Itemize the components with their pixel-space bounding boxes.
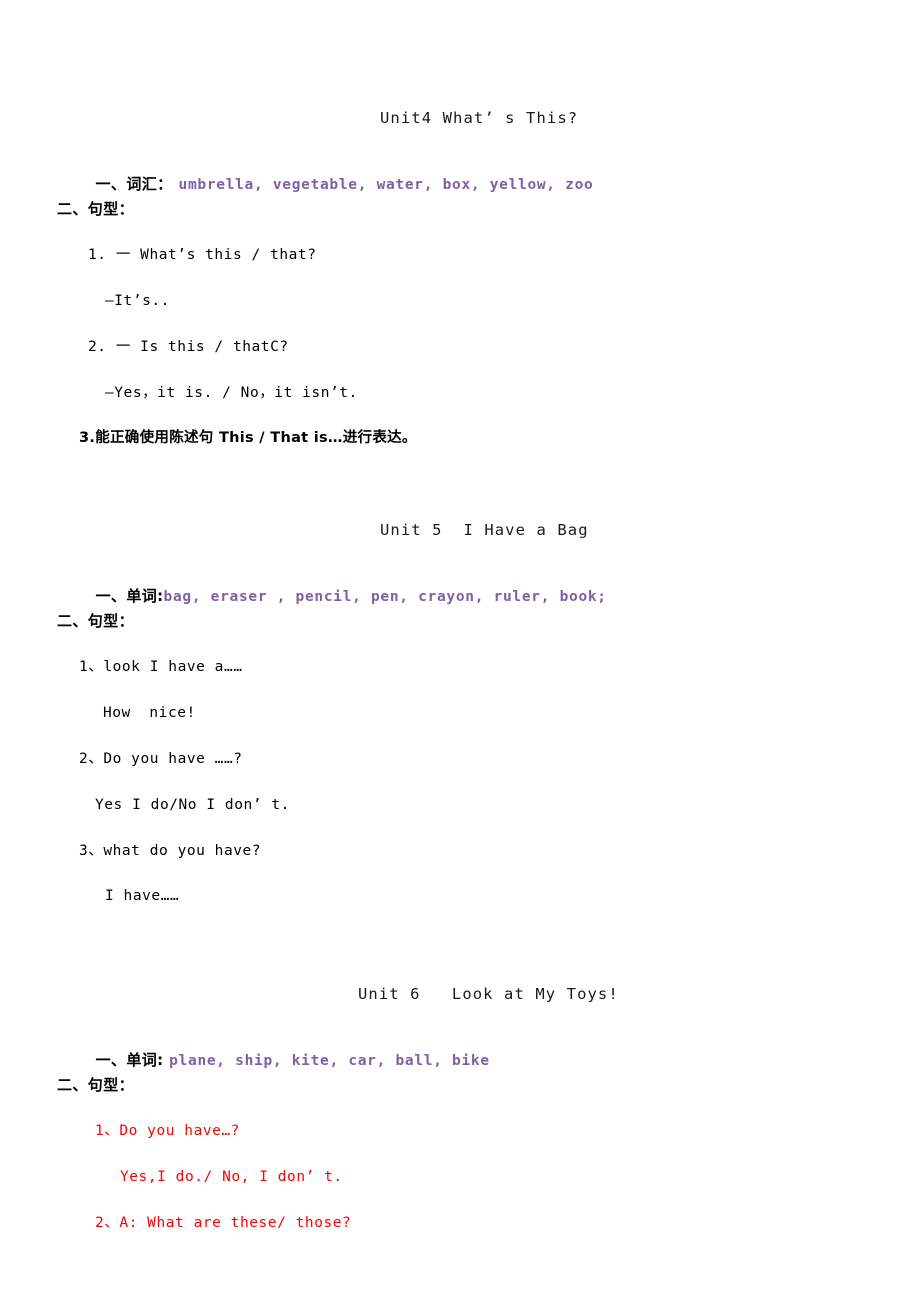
unit-5-pattern-1: 1、look I have a…… [79,659,243,675]
unit-4-pattern-3: 3.能正确使用陈述句 This / That is…进行表达。 [79,430,417,446]
unit-6-vocabulary-label: 一、单词: [95,1051,170,1069]
unit-4-pattern-1-question: 1. 一 What’s this / that? [88,247,317,263]
unit-4-patterns-label: 二、句型： [57,200,135,218]
unit-6-title: Unit 6 Look at My Toys! [358,985,619,1003]
unit-6-patterns-label: 二、句型： [57,1076,135,1094]
unit-6-pattern-2: 2、A: What are these/ those? [95,1215,352,1231]
unit-5-vocabulary-label: 一、单词: [95,587,164,605]
unit-4-vocabulary-row: 一、词汇： umbrella, vegetable, water, box, ye… [57,154,593,215]
unit-6-vocabulary-words: plane, ship, kite, car, ball, bike [169,1053,490,1069]
unit-4-title: Unit4 What’ s This? [380,109,579,127]
unit-5-pattern-2-answer: Yes I do/No I don’ t. [95,797,290,813]
document-page: Unit4 What’ s This? 一、词汇： umbrella, veget… [0,0,920,1303]
unit-5-vocabulary-row: 一、单词:bag, eraser , pencil, pen, crayon, … [57,566,607,627]
unit-5-pattern-3-answer: I have…… [105,888,180,904]
unit-4-vocabulary-words: umbrella, vegetable, water, box, yellow,… [178,177,594,193]
unit-6-pattern-1: 1、Do you have…? [95,1123,240,1139]
unit-5-patterns-label: 二、句型： [57,612,135,630]
unit-5-title: Unit 5 I Have a Bag [380,521,589,539]
unit-4-pattern-1-answer: —It’s.. [105,293,170,309]
unit-4-pattern-2-question: 2. 一 Is this / thatC? [88,339,289,355]
unit-5-vocabulary-words: bag, eraser , pencil, pen, crayon, ruler… [163,589,607,605]
unit-4-vocabulary-label: 一、词汇： [95,175,173,193]
unit-4-pattern-2-answer: —Yes，it is. / No，it isn’t. [105,385,358,401]
unit-5-pattern-1-answer: How nice! [103,705,196,721]
unit-5-pattern-3: 3、what do you have? [79,843,262,859]
unit-6-pattern-1-answer: Yes,I do./ No, I don’ t. [120,1169,343,1185]
unit-5-pattern-2: 2、Do you have ……? [79,751,243,767]
